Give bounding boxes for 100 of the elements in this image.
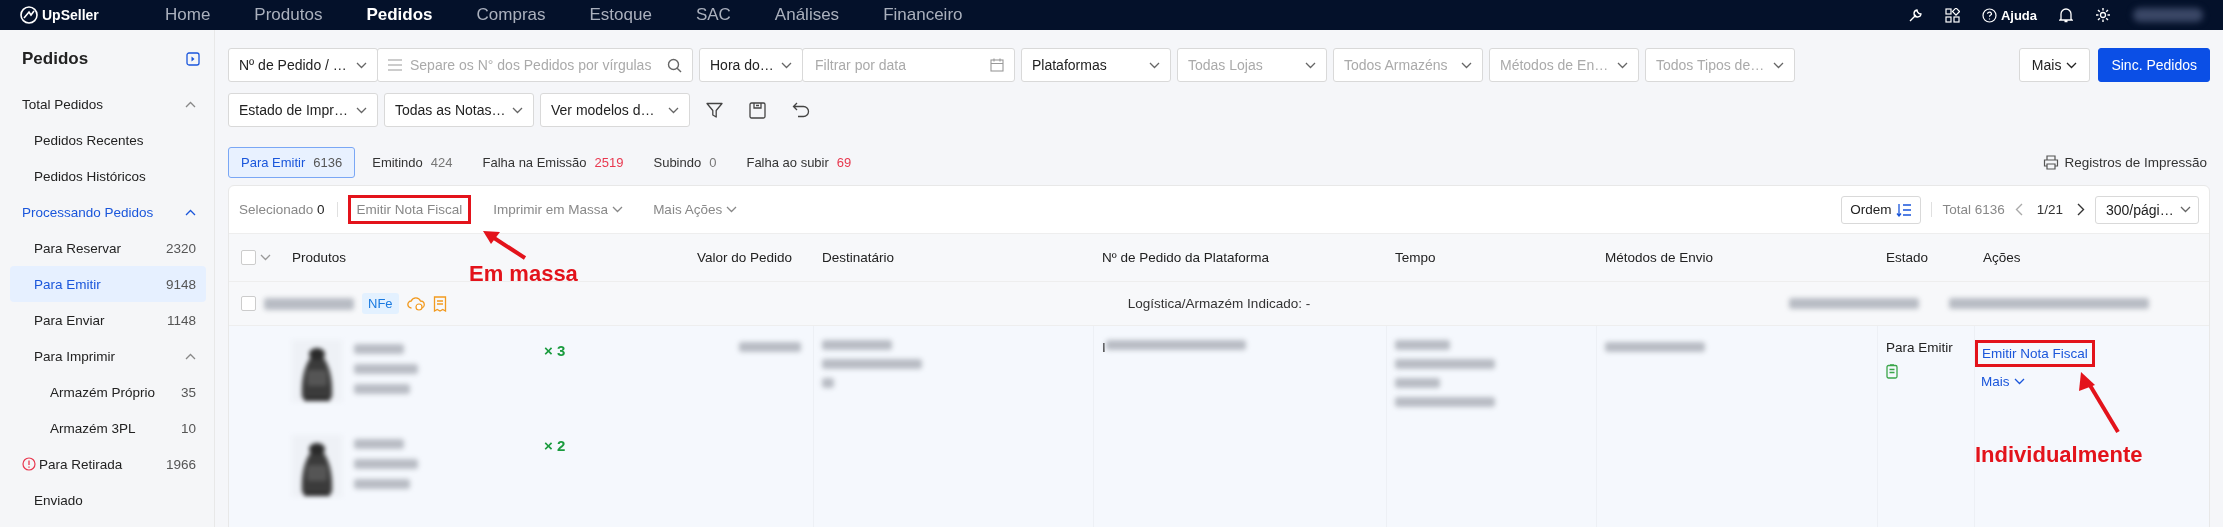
dropdown[interactable]: Estado de Impr…: [228, 93, 378, 127]
dropdown[interactable]: Todas as Notas…: [384, 93, 534, 127]
count: 2320: [165, 240, 196, 256]
apps-icon[interactable]: [1944, 7, 1960, 23]
count: 10: [180, 420, 196, 436]
chevron-down-icon: [781, 61, 792, 69]
status-tab[interactable]: Falha ao subir 69: [733, 147, 865, 178]
chevron-down-icon: [1461, 61, 1472, 69]
page-size-dropdown[interactable]: 300/pági…: [2095, 195, 2199, 224]
dropdown-button[interactable]: Imprimir em Massa: [485, 196, 632, 223]
sidebar-item[interactable]: Para Imprimir: [10, 338, 206, 374]
search-icon[interactable]: [667, 57, 682, 73]
dropdown[interactable]: Hora do…: [699, 48, 803, 82]
selected-count: Selecionado 0: [239, 202, 338, 217]
chevron-down-icon: [1773, 61, 1784, 69]
sidebar-item[interactable]: Processando Pedidos: [10, 194, 206, 230]
status-tab[interactable]: Falha na Emissão 2519: [469, 147, 637, 178]
status-tab[interactable]: Subindo 0: [640, 147, 730, 178]
tag: NFe: [362, 293, 399, 314]
dropdown[interactable]: Nº de Pedido / …: [228, 48, 378, 82]
chevron-down-icon: [2179, 206, 2191, 213]
chevron-down-icon: [2013, 378, 2025, 385]
bell-icon[interactable]: [2059, 7, 2073, 23]
status-text: Para Emitir: [1886, 340, 1953, 355]
sidebar-item[interactable]: Pedidos Recentes: [10, 122, 206, 158]
chevron-down-icon: [1617, 61, 1628, 69]
column-header: Valor do Pedido: [696, 250, 794, 265]
nav-item[interactable]: Home: [145, 5, 235, 25]
sidebar-item[interactable]: Para Reservar 2320: [10, 230, 206, 266]
search-field[interactable]: Separe os N° dos Pedidos por vírgulas: [408, 56, 661, 74]
chevron-icon: [185, 352, 196, 360]
chevron-icon: [185, 100, 196, 108]
blurred-text: [822, 378, 834, 388]
count: 1966: [165, 456, 196, 472]
column-header: Destinatário: [821, 250, 896, 265]
status-tab[interactable]: Emitindo 424: [359, 147, 466, 178]
annotation-label: Individualmente: [1975, 442, 2143, 468]
sidebar-item[interactable]: Enviado: [10, 482, 206, 518]
nav-item[interactable]: Financeiro: [863, 5, 987, 25]
collapse-icon[interactable]: [186, 52, 200, 66]
nav-item[interactable]: Estoque: [569, 5, 676, 25]
help-icon: [1981, 7, 1997, 23]
dropdown[interactable]: Plataformas: [1021, 48, 1171, 82]
sync-button[interactable]: Sinc. Pedidos: [2098, 48, 2210, 82]
dropdown-button[interactable]: Mais Ações: [645, 196, 746, 223]
column-header: Produtos: [291, 250, 348, 265]
nav-item[interactable]: Compras: [456, 5, 570, 25]
blurred-text: [354, 439, 404, 449]
logo-icon: [20, 6, 38, 24]
next-page-icon[interactable]: [2077, 203, 2085, 216]
blurred-text: [354, 344, 404, 354]
dropdown[interactable]: Ver modelos d…: [540, 93, 690, 127]
more-button[interactable]: Mais: [2018, 48, 2091, 82]
sidebar-item[interactable]: Para Enviar 1148: [10, 302, 206, 338]
more-link[interactable]: Mais: [1975, 369, 2031, 394]
nav-item[interactable]: SAC: [675, 5, 755, 25]
sidebar-item[interactable]: Para Emitir 9148: [10, 266, 206, 302]
print-records-link[interactable]: Registros de Impressão: [2043, 155, 2210, 170]
save-icon[interactable]: [749, 101, 766, 119]
sidebar-item[interactable]: Total Pedidos: [10, 86, 206, 122]
help-link[interactable]: Ajuda: [1981, 7, 2037, 23]
blurred-text: [354, 364, 418, 374]
receipt-icon: [432, 295, 447, 312]
logistics-note: Logística/Armazém Indicado: -: [1127, 296, 1311, 311]
total-count: Total 6136: [1931, 202, 2005, 217]
undo-icon[interactable]: [792, 102, 810, 118]
blurred-text: [354, 459, 418, 469]
chevron-down-icon: [1305, 61, 1316, 69]
annotation-label: Em massa: [469, 261, 578, 287]
quantity: × 2: [544, 437, 566, 454]
chevron-down-icon: [668, 106, 679, 114]
blurred-text: [739, 342, 801, 352]
search-box[interactable]: Separe os N° dos Pedidos por vírgulas: [377, 48, 693, 82]
sort-button[interactable]: Ordem: [1841, 195, 1922, 224]
quantity: × 3: [544, 342, 566, 359]
order-number: I: [1102, 340, 1106, 355]
issue-invoice-button[interactable]: Emitir Nota Fiscal: [347, 195, 472, 224]
blurred-text: [1395, 378, 1440, 388]
count: 35: [180, 384, 196, 400]
count: 9148: [165, 276, 196, 292]
nav-item[interactable]: Produtos: [234, 5, 347, 25]
count: 1148: [166, 312, 196, 328]
column-header: Métodos de Envio: [1604, 250, 1715, 265]
sidebar-item[interactable]: Armazém 3PL 10: [10, 410, 206, 446]
checkbox[interactable]: [241, 296, 256, 311]
sidebar-item[interactable]: Para Retirada 1966: [10, 446, 206, 482]
filter-icon[interactable]: [706, 101, 723, 119]
nav-item[interactable]: Pedidos: [346, 5, 457, 25]
blurred-text: [822, 340, 892, 350]
nav-item[interactable]: Análises: [754, 5, 864, 25]
issue-invoice-link[interactable]: Emitir Nota Fiscal: [1975, 340, 2095, 367]
chevron-icon: [185, 208, 196, 216]
column-header: Estado: [1885, 250, 1930, 265]
wrench-icon[interactable]: [1907, 7, 1923, 23]
checkbox[interactable]: [241, 250, 256, 265]
date-picker[interactable]: Filtrar por data: [802, 48, 1015, 82]
sidebar-item[interactable]: Armazém Próprio 35: [10, 374, 206, 410]
sidebar-item[interactable]: Pedidos Históricos: [10, 158, 206, 194]
status-tab[interactable]: Para Emitir 6136: [228, 147, 356, 178]
date-field[interactable]: Filtrar por data: [813, 56, 984, 74]
